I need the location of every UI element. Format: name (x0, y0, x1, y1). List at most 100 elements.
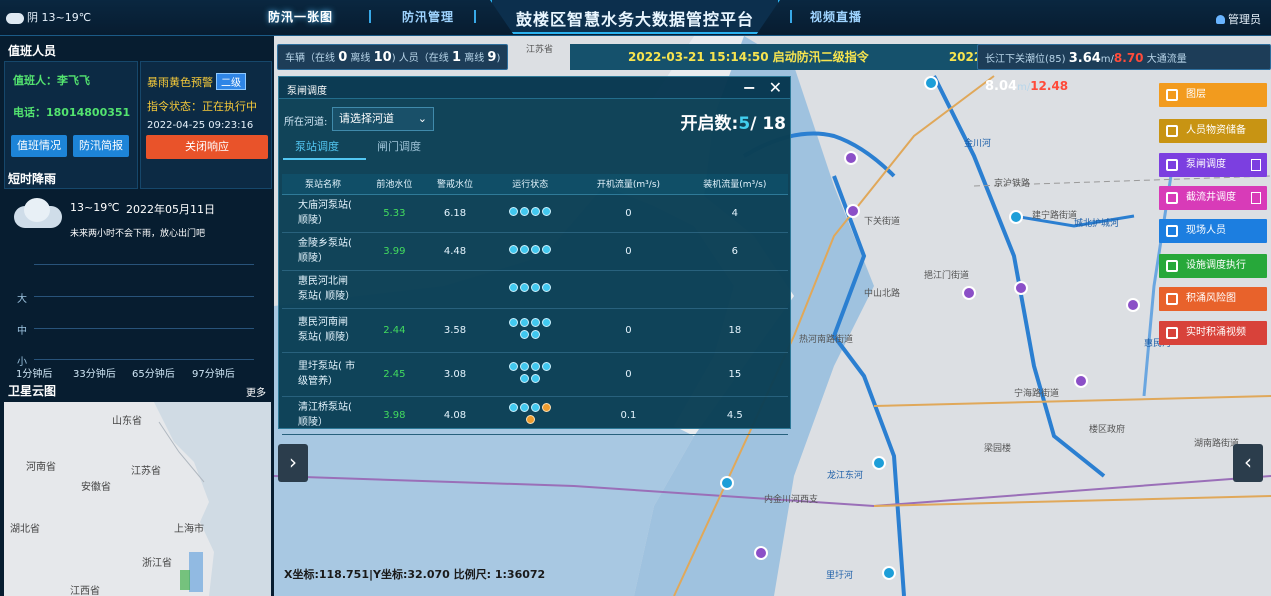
installed-flow (681, 270, 788, 309)
menu-label: 设施调度执行 (1186, 260, 1246, 271)
menu-8-button[interactable]: 实时积涌视频 (1159, 321, 1267, 345)
river-select[interactable]: 请选择河道 ⌄ (332, 107, 434, 131)
menu-4-button[interactable]: 截流井调度 (1159, 186, 1267, 210)
river-select-value: 请选择河道 (339, 112, 394, 125)
warning-level: 3.58 (424, 308, 486, 353)
user-menu[interactable]: 管理员 (1216, 11, 1261, 27)
forebay-level: 3.98 (364, 396, 425, 435)
pump-marker[interactable] (720, 476, 734, 490)
minimize-icon[interactable]: − (743, 78, 756, 97)
vehicle-status: 车辆（在线 0 离线 10) 人员（在线 1 离线 9) (277, 44, 509, 70)
pump-marker[interactable] (924, 76, 938, 90)
pump-marker[interactable] (872, 456, 886, 470)
tide-label: 长江下关潮位(85) (985, 54, 1066, 65)
chevron-right-icon[interactable]: › (278, 444, 308, 482)
station-name: 里圩泵站( 市级管养） (282, 352, 364, 397)
installed-flow: 18 (681, 308, 788, 353)
top-bar: 阴 13~19℃ 防汛一张图 防汛管理 鼓楼区智慧水务大数据管控平台 视频直播 … (0, 0, 1271, 36)
menu-icon (1166, 293, 1178, 305)
running-status-icon (531, 207, 541, 216)
table-row[interactable]: 惠民河北闸 泵站( 顺陵） (282, 270, 788, 309)
vehicle-offline: 10 (373, 50, 392, 65)
ticker-text: 2022-03-21 15:14:50 启动防汛二级指令 (628, 50, 869, 64)
running-status-icon (520, 374, 530, 383)
poi-marker[interactable] (962, 286, 976, 300)
open-count-label: 开启数: (680, 114, 739, 134)
menu-6-button[interactable]: 设施调度执行 (1159, 254, 1267, 278)
poi-marker[interactable] (1074, 374, 1088, 388)
poi-marker[interactable] (844, 151, 858, 165)
pump-marker[interactable] (1009, 210, 1023, 224)
menu-icon (1166, 89, 1178, 101)
station-name-line: 大庙河泵站( (298, 200, 352, 211)
station-name-line: 清江桥泵站( (298, 402, 352, 413)
menu-icon (1166, 225, 1178, 237)
user-icon (1216, 15, 1225, 24)
menu-5-button[interactable]: 现场人员 (1159, 219, 1267, 243)
alert-status-icon (525, 415, 535, 424)
running-status-icon (542, 283, 552, 292)
running-status-icon (542, 245, 552, 254)
people-online: 1 (451, 50, 462, 65)
forebay-level: 5.33 (364, 194, 425, 233)
table-row[interactable]: 大庙河泵站(顺陵） 5.33 6.18 0 4 (282, 194, 788, 233)
forebay-level: 2.44 (364, 308, 425, 353)
table-row[interactable]: 清江桥泵站(顺陵） 3.98 4.08 0.1 4.5 (282, 396, 788, 435)
weather-text: 阴 13~19℃ (27, 11, 92, 24)
flow-value: 8.04 (985, 79, 1018, 94)
pump-table: 泵站名称 前池水位 警戒水位 运行状态 开机流量(m³/s) 装机流量(m³/s… (282, 174, 788, 435)
run-status (485, 396, 576, 435)
tab-gate[interactable]: 闸门调度 (377, 138, 421, 154)
chevron-left-icon[interactable]: ‹ (1233, 444, 1263, 482)
station-name-line: 惠民河南闸 (298, 317, 348, 328)
duty-phone: 电话：18014800351 (13, 106, 131, 119)
warning-level: 6.18 (424, 194, 486, 233)
grid-line (34, 264, 254, 265)
dialog-header: 泵闸调度 − ✕ (279, 77, 790, 99)
map-label: 热河南路街道 (799, 335, 854, 345)
tab-flood-manage[interactable]: 防汛管理 (402, 8, 454, 25)
grid-line (34, 296, 254, 297)
warning-text: 暴雨黄色预警 二级 (147, 73, 246, 90)
province-label: 江苏省 (131, 466, 161, 477)
rain-x-label: 33分钟后 (73, 369, 116, 380)
tab-pump-station[interactable]: 泵站调度 (295, 138, 339, 154)
running-status-icon (520, 245, 530, 254)
running-status-icon (509, 245, 519, 254)
user-name: 管理员 (1228, 13, 1261, 26)
alert-status-icon (542, 403, 552, 412)
poi-marker[interactable] (1126, 298, 1140, 312)
table-row[interactable]: 惠民河南闸 泵站( 顺陵） 2.44 3.58 0 18 (282, 308, 788, 353)
running-status-icon (520, 330, 530, 339)
map-label: 建宁路街道 (1032, 211, 1078, 221)
duty-status-button[interactable]: 值班情况 (11, 135, 67, 157)
menu-3-button[interactable]: 泵闸调度 (1159, 153, 1267, 177)
warning-card: 暴雨黄色预警 二级 指令状态：正在执行中 2022-04-25 09:23:16 … (140, 61, 272, 189)
menu-1-button[interactable]: 图层 (1159, 83, 1267, 107)
forebay-level (364, 270, 425, 309)
map-label: 金川河 (964, 139, 992, 149)
duty-person: 值班人：李飞飞 (13, 74, 90, 87)
station-name-line: 金陵乡泵站( (298, 238, 352, 249)
table-row[interactable]: 金陵乡泵站(顺陵） 3.99 4.48 0 6 (282, 232, 788, 271)
menu-2-button[interactable]: 人员物资储备 (1159, 119, 1267, 143)
satellite-more-link[interactable]: 更多 (246, 384, 266, 399)
close-response-button[interactable]: 关闭响应 (146, 135, 268, 159)
map-label: 江苏省 (526, 45, 554, 55)
poi-marker[interactable] (846, 204, 860, 218)
menu-7-button[interactable]: 积涌风险图 (1159, 287, 1267, 311)
table-row[interactable]: 里圩泵站( 市级管养） 2.45 3.08 0 15 (282, 352, 788, 397)
pump-marker[interactable] (882, 566, 896, 580)
close-icon[interactable]: ✕ (769, 78, 782, 97)
flow-label: 大通流量 (1146, 54, 1187, 65)
run-status (485, 308, 576, 353)
station-name-line: 级管养） (298, 376, 338, 387)
satellite-map[interactable]: 山东省 河南省 江苏省 安徽省 湖北省 上海市 浙江省 江西省 (4, 402, 271, 596)
poi-marker[interactable] (754, 546, 768, 560)
tab-flood-map[interactable]: 防汛一张图 (268, 8, 333, 25)
people-label: 人员（在线 (398, 53, 449, 64)
flood-brief-button[interactable]: 防汛简报 (73, 135, 129, 157)
tab-video-live[interactable]: 视频直播 (810, 8, 862, 25)
menu-icon (1166, 327, 1178, 339)
poi-marker[interactable] (1014, 281, 1028, 295)
